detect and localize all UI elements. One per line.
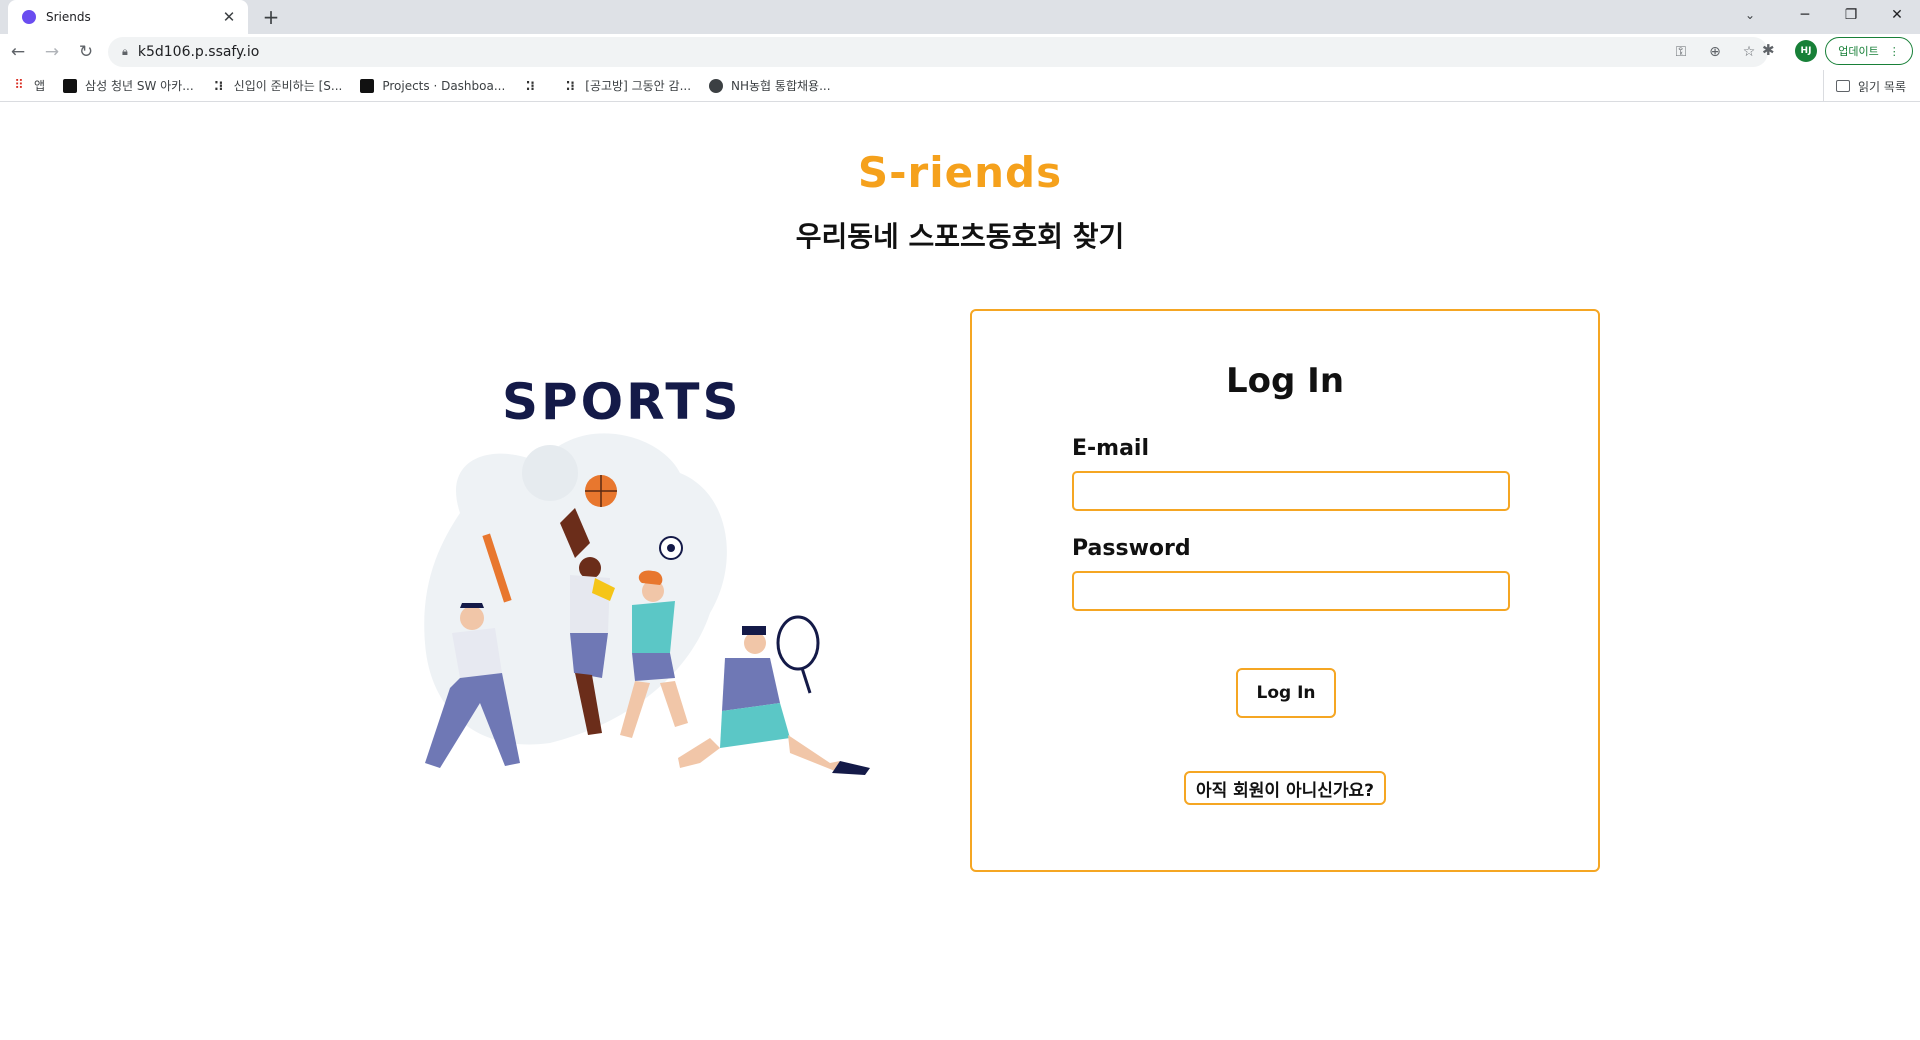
tab-title: Sriends bbox=[46, 10, 91, 24]
bookmark-dots-icon: ⁚⁝ bbox=[214, 78, 224, 93]
address-bar[interactable]: 🔒︎ k5d106.p.ssafy.io ⚿ ⊕ ☆ bbox=[108, 37, 1768, 67]
login-card: Log In E-mail Password Log In 아직 회원이 아니신… bbox=[970, 309, 1600, 872]
tab-strip: Sriends ✕ + ⌄ ─ ❐ ✕ bbox=[0, 0, 1920, 34]
star-icon[interactable]: ☆ bbox=[1740, 44, 1758, 60]
new-tab-button[interactable]: + bbox=[258, 4, 284, 30]
minimize-icon[interactable]: ─ bbox=[1782, 0, 1828, 30]
sports-illustration: SPORTS bbox=[370, 343, 880, 843]
signup-link[interactable]: 아직 회원이 아니신가요? bbox=[1184, 771, 1386, 805]
bookmark-item[interactable]: ⁚⁝ 신입이 준비하는 [S... bbox=[212, 77, 343, 94]
bookmark-dots-icon: ⁚⁝ bbox=[525, 78, 535, 93]
bookmark-item[interactable]: ⁚⁝ bbox=[523, 79, 545, 93]
window-controls: ─ ❐ ✕ bbox=[1782, 0, 1920, 30]
login-title: Log In bbox=[1225, 361, 1345, 401]
page-content: S-riends 우리동네 스포츠동호회 찾기 SPORTS Log In E-… bbox=[0, 103, 1920, 1040]
bookmark-item[interactable]: NH농협 통합채용... bbox=[709, 77, 831, 94]
login-button[interactable]: Log In bbox=[1236, 668, 1336, 718]
bookmark-label: 삼성 청년 SW 아카... bbox=[85, 79, 194, 93]
update-button[interactable]: 업데이트 ⋮ bbox=[1825, 37, 1913, 65]
bookmark-label: 앱 bbox=[34, 79, 46, 93]
close-icon[interactable]: ✕ bbox=[220, 8, 238, 26]
bookmark-apps[interactable]: ⠿ 앱 bbox=[12, 77, 45, 94]
reload-icon[interactable]: ↻ bbox=[70, 36, 102, 68]
globe-icon bbox=[709, 78, 724, 93]
reading-list-icon bbox=[1836, 80, 1851, 92]
browser-toolbar: ← → ↻ 🔒︎ k5d106.p.ssafy.io ⚿ ⊕ ☆ bbox=[0, 34, 1920, 70]
url-text[interactable]: k5d106.p.ssafy.io bbox=[138, 44, 259, 60]
brand-logo[interactable]: S-riends bbox=[0, 148, 1920, 197]
back-icon[interactable]: ← bbox=[2, 36, 34, 68]
password-label: Password bbox=[1072, 536, 1191, 561]
bookmark-dots-icon: ⁚⁝ bbox=[565, 78, 575, 93]
update-label: 업데이트 bbox=[1838, 45, 1879, 58]
page-subtitle: 우리동네 스포츠동호회 찾기 bbox=[795, 220, 1125, 253]
reading-list-label: 읽기 목록 bbox=[1858, 79, 1906, 94]
forward-icon[interactable]: → bbox=[36, 36, 68, 68]
athletes-image bbox=[424, 433, 870, 775]
bookmark-label: [공고방] 그동안 감... bbox=[585, 79, 692, 93]
bookmark-dark-icon bbox=[63, 78, 78, 93]
tab-search-icon[interactable]: ⌄ bbox=[1730, 0, 1770, 30]
lock-icon[interactable]: 🔒︎ bbox=[122, 45, 128, 59]
bookmark-item[interactable]: Projects · Dashboa... bbox=[360, 78, 506, 93]
favicon-icon bbox=[22, 10, 36, 24]
more-menu-icon: ⋮ bbox=[1888, 44, 1900, 58]
browser-tab[interactable]: Sriends ✕ bbox=[8, 0, 248, 34]
reading-list-button[interactable]: 읽기 목록 bbox=[1823, 70, 1906, 102]
extensions-icon[interactable]: ✱ bbox=[1762, 41, 1775, 59]
bookmark-item[interactable]: ⁚⁝ [공고방] 그동안 감... bbox=[563, 77, 691, 94]
bookmark-label: Projects · Dashboa... bbox=[382, 78, 506, 93]
key-icon[interactable]: ⚿ bbox=[1672, 44, 1690, 60]
bookmark-item[interactable]: 삼성 청년 SW 아카... bbox=[63, 77, 194, 94]
bookmark-dark-icon bbox=[360, 78, 375, 93]
bookmarks-bar: ⠿ 앱 삼성 청년 SW 아카... ⁚⁝ 신입이 준비하는 [S... Pro… bbox=[0, 70, 1920, 102]
email-label: E-mail bbox=[1072, 436, 1150, 461]
password-field[interactable] bbox=[1072, 571, 1510, 611]
bookmark-label: NH농협 통합채용... bbox=[731, 79, 831, 93]
avatar[interactable]: HJ bbox=[1795, 40, 1817, 62]
email-field[interactable] bbox=[1072, 471, 1510, 511]
bookmark-label: 신입이 준비하는 [S... bbox=[233, 79, 343, 93]
restore-icon[interactable]: ❐ bbox=[1828, 0, 1874, 30]
close-window-icon[interactable]: ✕ bbox=[1874, 0, 1920, 30]
zoom-icon[interactable]: ⊕ bbox=[1706, 44, 1724, 60]
apps-grid-icon: ⠿ bbox=[14, 77, 24, 93]
